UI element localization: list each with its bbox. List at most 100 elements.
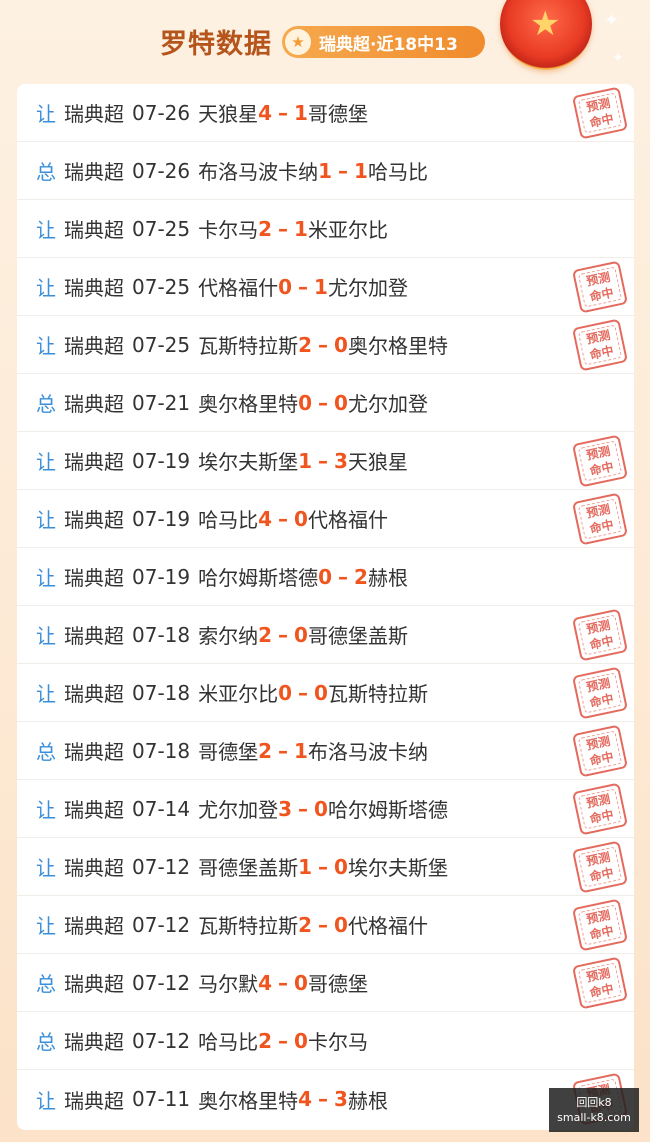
match-date: 07-19 [132,564,191,589]
home-score: 2 [298,332,313,357]
away-team: 埃尔夫斯堡 [347,856,448,880]
away-score: 0 [314,680,328,705]
match-row[interactable]: 让瑞典超 07-19 埃尔夫斯堡 1–3 天狼星 预测 命中 [17,432,634,490]
match-row[interactable]: 让瑞典超07-11奥尔格里特4–3赫根预测命中 [17,1070,634,1128]
star-icon: ★ [285,29,311,55]
away-score: 0 [334,332,348,357]
match-row[interactable]: 让瑞典超 07-25 卡尔马 2–1 米亚尔比 [17,200,634,258]
match-date: 07-14 [132,796,191,821]
away-score: 0 [294,1028,308,1053]
league-label: 瑞典超 [64,218,124,242]
medal-star-icon: ★ [530,4,561,44]
home-team: 代格福什 [198,276,279,300]
stamp-line1: 预测 [585,733,612,753]
stamp-line2: 命中 [588,923,615,943]
away-score: 0 [314,796,328,821]
away-team: 哥德堡 [307,102,368,126]
away-team: 卡尔马 [307,1030,368,1054]
home-team: 哥德堡 [198,740,259,764]
away-team: 哈马比 [367,160,428,184]
bet-type-label: 让 [36,276,56,300]
match-row[interactable]: 让瑞典超 07-18 米亚尔比 0–0 瓦斯特拉斯 预测 命中 [17,664,634,722]
away-score: 0 [334,854,348,879]
match-row[interactable]: 让瑞典超 07-12 哥德堡盖斯 1–0 埃尔夫斯堡 预测 命中 [17,838,634,896]
stamp-line2: 命中 [588,807,615,827]
league-label: 瑞典超 [64,624,124,648]
home-team: 奥尔格里特 [198,1088,299,1113]
match-row[interactable]: 让瑞典超 07-25 瓦斯特拉斯 2–0 奥尔格里特 预测 命中 [17,316,634,374]
prediction-hit-stamp: 预测命中 [571,608,629,662]
score-separator: – [278,216,289,241]
match-row[interactable]: 让瑞典超 07-26 天狼星 4–1 哥德堡 预测 命中 [17,84,634,142]
home-score: 0 [278,274,293,299]
stamp-line1: 预测 [585,269,612,289]
away-team: 尤尔加登 [327,276,408,300]
match-row[interactable]: 总瑞典超 07-26 布洛马波卡纳 1–1 哈马比 [17,142,634,200]
league-label: 瑞典超 [64,740,124,764]
away-team: 尤尔加登 [347,392,428,416]
match-date: 07-25 [132,274,191,299]
away-score: 0 [334,390,348,415]
home-team: 马尔默 [198,972,259,996]
match-row[interactable]: 让瑞典超 07-14 尤尔加登 3–0 哈尔姆斯塔德 预测 命中 [17,780,634,838]
league-label: 瑞典超 [64,276,124,300]
prediction-hit-stamp: 预测命中 [571,434,629,488]
match-date: 07-11 [132,1087,191,1111]
match-row[interactable]: 让瑞典超 07-19 哈尔姆斯塔德 0–2 赫根 [17,548,634,606]
match-row[interactable]: 让瑞典超 07-19 哈马比 4–0 代格福什 预测 命中 [17,490,634,548]
away-score: 0 [294,506,308,531]
watermark-line1: 回回k8 [576,1096,612,1109]
away-score: 1 [294,738,308,763]
match-row[interactable]: 总瑞典超 07-12 哈马比 2–0 卡尔马 [17,1012,634,1070]
home-score: 4 [258,506,273,531]
home-score: 4 [298,1087,313,1111]
away-score: 3 [334,448,348,473]
match-row[interactable]: 让瑞典超 07-25 代格福什 0–1 尤尔加登 预测 命中 [17,258,634,316]
prediction-hit-stamp: 预测命中 [571,492,629,546]
header: 罗特数据 ★ 瑞典超·近18中13 ★ ✦ ✦ [0,0,650,84]
prediction-hit-stamp: 预测命中 [571,318,629,372]
score-separator: – [278,1028,289,1053]
stamp-line1: 预测 [585,327,612,347]
home-team: 尤尔加登 [198,798,279,822]
match-date: 07-19 [132,506,191,531]
away-team: 米亚尔比 [307,218,388,242]
league-label: 瑞典超 [64,1088,124,1113]
score-separator: – [278,622,289,647]
match-date: 07-19 [132,448,191,473]
home-team: 哈马比 [198,508,259,532]
away-team: 代格福什 [347,914,428,938]
bet-type-label: 让 [36,914,56,938]
match-row[interactable]: 让瑞典超 07-18 索尔纳 2–0 哥德堡盖斯 预测 命中 [17,606,634,664]
league-label: 瑞典超 [64,508,124,532]
score-separator: – [298,680,309,705]
stamp-line1: 预测 [585,907,612,927]
stamp-line2: 命中 [588,633,615,653]
away-score: 2 [354,564,368,589]
home-team: 瓦斯特拉斯 [198,334,299,358]
prediction-hit-stamp: 预测命中 [571,724,629,778]
away-team: 赫根 [367,566,408,590]
match-list: 让瑞典超 07-26 天狼星 4–1 哥德堡 预测 命中总瑞典超 07-26 布洛马波卡纳 1–1… [17,84,634,1130]
away-team: 瓦斯特拉斯 [327,682,428,706]
bet-type-label: 让 [36,856,56,880]
stamp-line2: 命中 [588,343,615,363]
stamp-line2: 命中 [588,981,615,1001]
score-separator: – [278,738,289,763]
sparkle-icon: ✦ [612,50,624,66]
away-team: 哥德堡 [307,972,368,996]
match-row[interactable]: 总瑞典超 07-18 哥德堡 2–1 布洛马波卡纳 预测 命中 [17,722,634,780]
match-row[interactable]: 让瑞典超 07-12 瓦斯特拉斯 2–0 代格福什 预测 命中 [17,896,634,954]
home-team: 埃尔夫斯堡 [198,450,299,474]
match-row[interactable]: 总瑞典超 07-12 马尔默 4–0 哥德堡 预测 命中 [17,954,634,1012]
home-team: 瓦斯特拉斯 [198,914,299,938]
prediction-hit-stamp: 预测命中 [571,840,629,894]
bet-type-label: 总 [36,392,56,416]
match-row[interactable]: 总瑞典超 07-21 奥尔格里特 0–0 尤尔加登 [17,374,634,432]
home-team: 哥德堡盖斯 [198,856,299,880]
stamp-line2: 命中 [588,459,615,479]
home-score: 2 [258,216,273,241]
home-score: 2 [258,622,273,647]
away-team: 赫根 [347,1088,388,1113]
league-label: 瑞典超 [64,160,124,184]
